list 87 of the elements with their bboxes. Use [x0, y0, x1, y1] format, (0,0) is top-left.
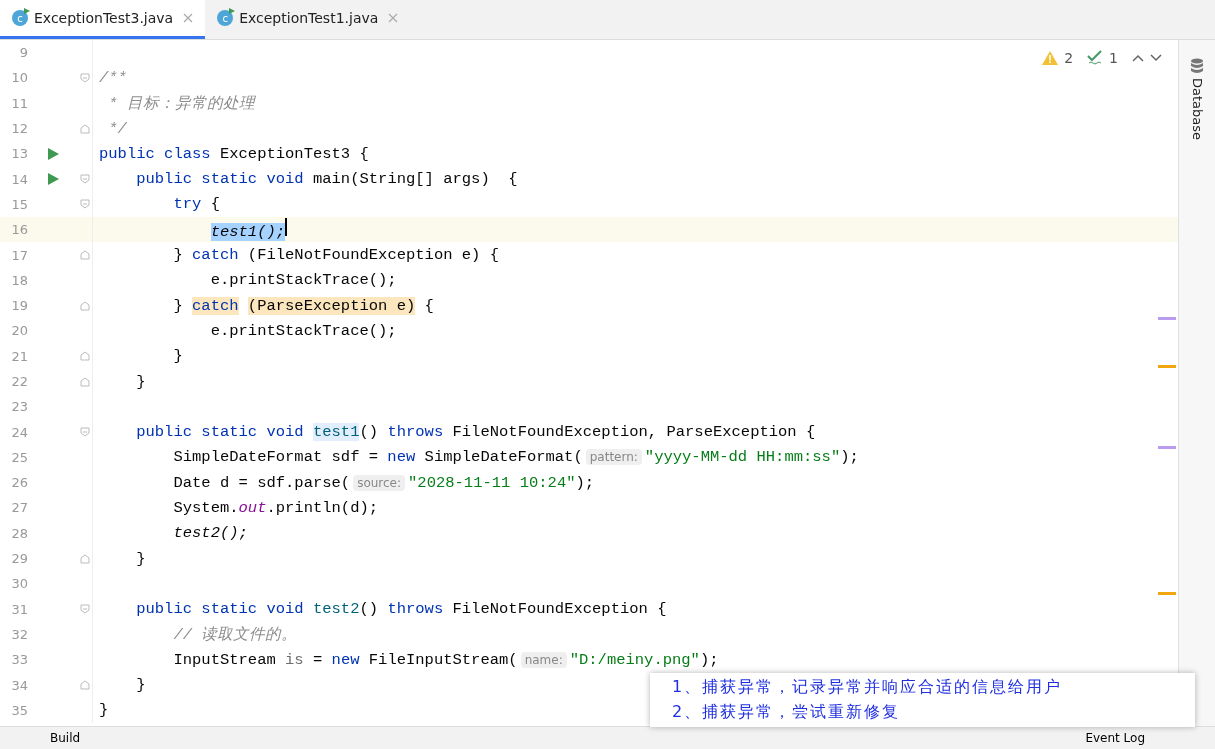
error-stripe-mark[interactable] [1158, 592, 1176, 595]
close-icon[interactable] [388, 13, 399, 23]
close-icon[interactable] [183, 13, 194, 23]
fold-icon[interactable] [80, 427, 90, 438]
error-stripe-mark[interactable] [1158, 317, 1176, 320]
class-file-icon: c [12, 10, 28, 26]
fold-icon[interactable] [80, 199, 90, 210]
code-line: } catch (ParseException e) { [172, 296, 434, 315]
code-line: public static void test1() throws FileNotFoundException, ParseException { [135, 423, 816, 442]
annotation-text: 1、捕获异常，记录异常并响应合适的信息给用户 [672, 677, 1064, 698]
code-line: test1(); [99, 218, 288, 242]
code-line: } [135, 676, 146, 695]
class-file-icon: c [217, 10, 234, 26]
code-line: * 目标：异常的处理 [107, 93, 255, 114]
fold-icon[interactable] [80, 680, 90, 691]
down-icon[interactable] [1150, 54, 1162, 62]
code-line: SimpleDateFormat sdf = new SimpleDateFormat( pattern: "yyyy-MM-dd HH:mm:ss"); [172, 448, 859, 467]
line-number: 13 [10, 146, 28, 162]
line-number: 24 [10, 424, 28, 440]
line-number: 30 [10, 576, 28, 592]
fold-icon[interactable] [80, 351, 90, 362]
line-number: 28 [10, 525, 28, 541]
line-number: 27 [10, 500, 28, 516]
run-icon[interactable] [47, 173, 59, 186]
code-line: } [135, 372, 146, 391]
up-icon[interactable] [1132, 54, 1144, 62]
fold-icon[interactable] [80, 300, 90, 311]
code-line: } [135, 549, 146, 568]
code-line: e.printStackTrace(); [209, 271, 397, 290]
code-line: Date d = sdf.parse( source: "2028-11-11 10:24"); [172, 473, 595, 492]
line-number: 16 [10, 222, 28, 238]
file-tab[interactable]: c ExceptionTest1.java [205, 0, 411, 39]
line-number: 23 [10, 399, 28, 415]
code-line: test2(); [172, 524, 248, 543]
fold-icon[interactable] [80, 72, 90, 83]
line-number: 12 [10, 121, 28, 137]
fold-icon[interactable] [80, 604, 90, 615]
line-number: 21 [10, 348, 28, 364]
line-number: 19 [10, 298, 28, 314]
code-line: /** [99, 68, 127, 87]
line-number: 33 [10, 652, 28, 668]
code-line: } catch (FileNotFoundException e) { [172, 246, 499, 264]
warning-count: 2 [1064, 50, 1074, 66]
code-line: */ [107, 119, 127, 138]
build-tab[interactable]: Build [50, 731, 81, 745]
annotation-text: 2、捕获异常，尝试重新修复 [672, 702, 902, 723]
run-icon[interactable] [47, 147, 59, 160]
line-number: 29 [10, 551, 28, 567]
line-number: 34 [10, 677, 28, 693]
fold-icon[interactable] [80, 174, 90, 185]
line-number: 31 [10, 601, 28, 617]
error-stripe-mark[interactable] [1158, 446, 1176, 449]
database-tab[interactable]: Database [1189, 78, 1205, 141]
line-number: 35 [10, 702, 28, 718]
line-number: 10 [10, 70, 28, 86]
line-number: 22 [10, 374, 28, 389]
code-line: try { [172, 195, 220, 214]
code-line: public static void main(String[] args) { [135, 170, 518, 189]
fold-icon[interactable] [80, 553, 90, 564]
line-number: 11 [10, 95, 28, 111]
code-line: // 读取文件的。 [172, 624, 298, 645]
error-stripe-mark[interactable] [1158, 365, 1176, 368]
line-number: 20 [10, 323, 28, 339]
line-number: 32 [10, 626, 28, 642]
file-tab[interactable]: c ExceptionTest3.java [0, 0, 206, 39]
event-log-tab[interactable]: Event Log [1085, 731, 1145, 745]
line-number: 17 [10, 247, 28, 263]
fold-icon[interactable] [80, 250, 90, 260]
code-line: } [99, 701, 109, 720]
line-number: 14 [10, 171, 28, 187]
check-icon[interactable] [1087, 50, 1104, 66]
line-number: 18 [10, 272, 28, 288]
code-line: } [172, 347, 183, 366]
code-line: System.out.println(d); [172, 499, 379, 517]
line-number: 26 [10, 475, 28, 491]
line-number: 15 [10, 196, 28, 212]
database-icon[interactable] [1190, 58, 1204, 74]
fold-icon[interactable] [80, 376, 90, 387]
fold-icon[interactable] [80, 123, 90, 134]
code-line: InputStream is = new FileInputStream( name: "D:/meiny.png"); [172, 650, 719, 669]
line-number: 9 [18, 45, 28, 61]
code-line: public class ExceptionTest3 { [99, 144, 369, 163]
warning-icon[interactable] [1042, 51, 1059, 65]
line-number: 25 [10, 449, 28, 465]
code-line: public static void test2() throws FileNotFoundException { [135, 600, 667, 619]
code-line: e.printStackTrace(); [209, 321, 397, 340]
typo-count: 1 [1109, 50, 1118, 66]
